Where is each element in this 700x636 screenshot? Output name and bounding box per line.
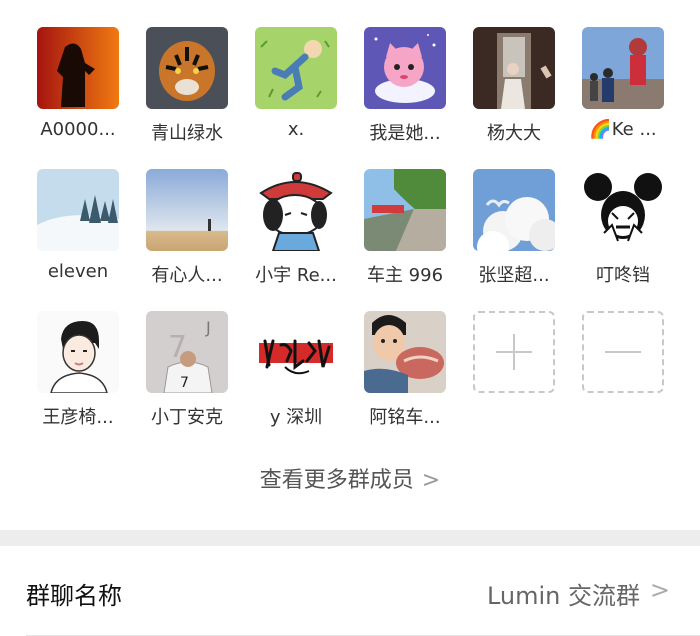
clouds-avatar[interactable] — [473, 169, 555, 251]
chevron-right-icon: > — [649, 576, 670, 604]
group-name-value: Lumin 交流群 — [486, 582, 640, 610]
chevron-right-icon: > — [421, 468, 441, 493]
soldier-fire-avatar[interactable] — [37, 27, 119, 109]
svg-text:J: J — [205, 318, 211, 337]
section-divider — [0, 530, 700, 546]
snow-trees-avatar[interactable] — [37, 169, 119, 251]
member-grid: A0000... 青山绿水 x. 我是她... 杨大大 🌈Ke ... elev… — [0, 0, 700, 440]
boy-eating-avatar[interactable] — [364, 311, 446, 393]
svg-text:7: 7 — [180, 375, 189, 391]
member-name: 阿铭车... — [369, 407, 441, 428]
view-more-members-link[interactable]: 查看更多群成员 > — [0, 462, 700, 494]
road-trees-avatar[interactable] — [364, 169, 446, 251]
tiger-avatar[interactable] — [146, 27, 228, 109]
football-player-avatar[interactable]: 7J7 — [146, 311, 228, 393]
street-people-avatar[interactable] — [582, 27, 664, 109]
girl-doorway-avatar[interactable] — [473, 27, 555, 109]
add-member-box[interactable] — [473, 311, 555, 393]
view-more-members-label: 查看更多群成员 — [259, 468, 414, 493]
group-name-label: 群聊名称 — [26, 582, 122, 610]
remove-member-box[interactable] — [582, 311, 664, 393]
member-name: 🌈Ke ... — [589, 119, 657, 140]
minus-icon — [605, 351, 641, 353]
pink-cat-cartoon-avatar[interactable] — [364, 27, 446, 109]
group-name-row[interactable]: 群聊名称 Lumin 交流群 > — [0, 546, 700, 636]
member-name: 叮咚铛 — [596, 265, 650, 286]
beach-sky-avatar[interactable] — [146, 169, 228, 251]
mickey-avatar[interactable] — [582, 169, 664, 251]
calligraphy-avatar[interactable] — [255, 311, 337, 393]
plus-icon-vertical — [513, 334, 515, 370]
cartoon-man-avatar[interactable] — [37, 311, 119, 393]
cartoon-boy-grass-avatar[interactable] — [255, 27, 337, 109]
cartoon-dog-hat-avatar[interactable] — [255, 169, 337, 251]
